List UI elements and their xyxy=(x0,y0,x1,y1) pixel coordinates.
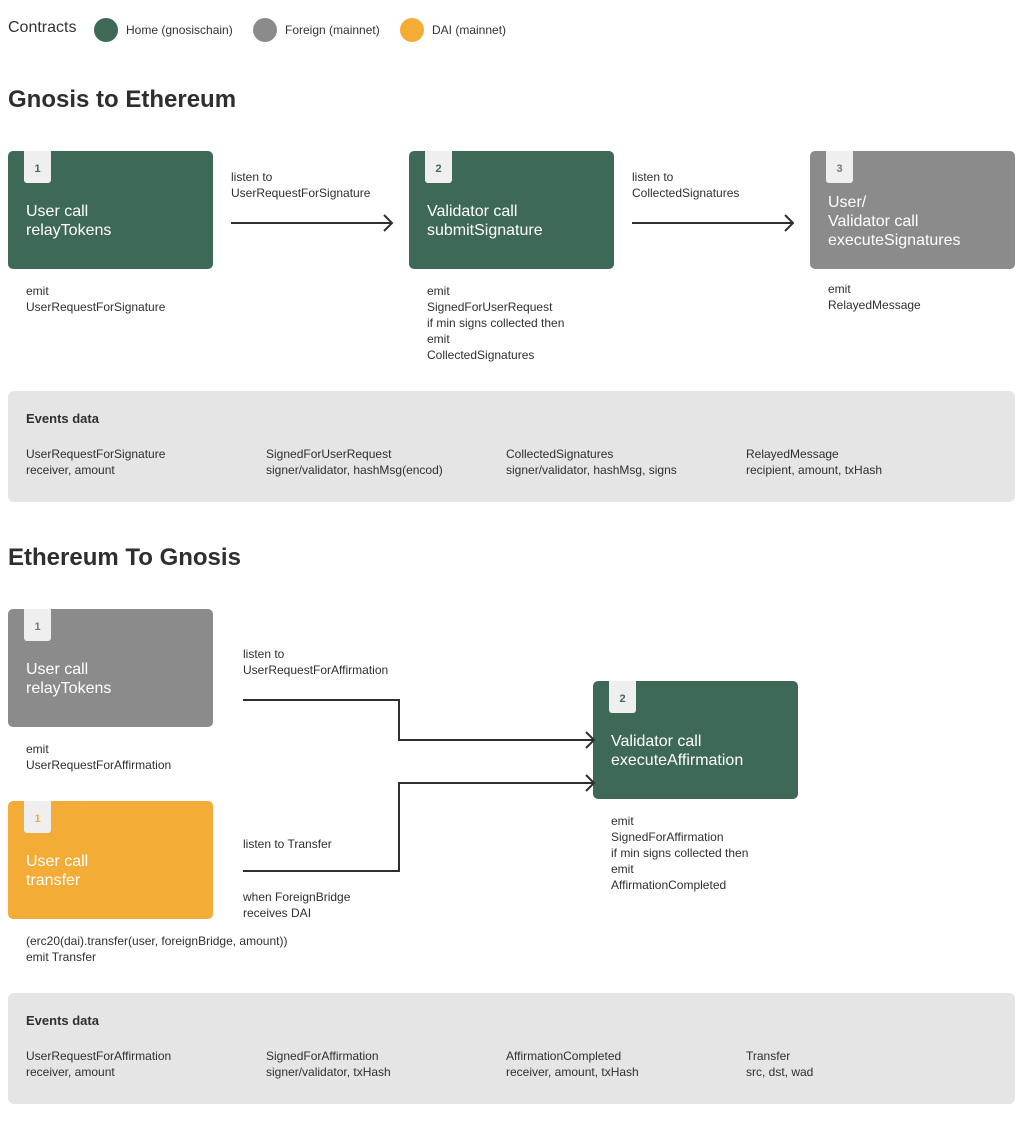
flow-arrows xyxy=(231,214,795,872)
g2e-arrow-2 xyxy=(632,214,795,232)
g2e-arrow-1 xyxy=(231,214,394,232)
e2g-arrow-relay-to-affirmation xyxy=(243,699,596,749)
e2g-arrow-transfer-to-affirmation xyxy=(243,774,596,872)
